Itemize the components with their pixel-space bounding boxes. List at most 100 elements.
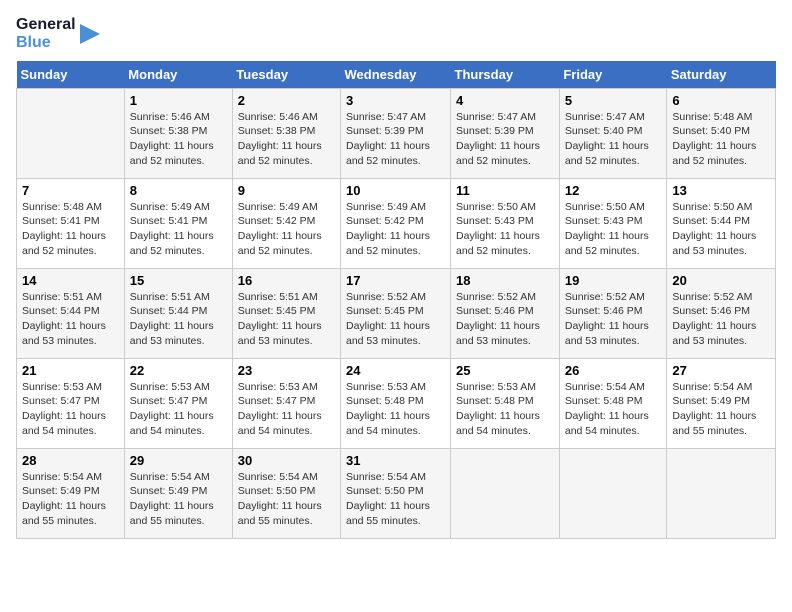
day-number: 7 <box>22 183 119 198</box>
logo-blue: Blue <box>16 34 76 52</box>
logo: General Blue <box>16 16 100 53</box>
day-info: Sunrise: 5:50 AMSunset: 5:43 PMDaylight:… <box>456 200 554 259</box>
day-cell: 10 Sunrise: 5:49 AMSunset: 5:42 PMDayligh… <box>341 178 451 268</box>
day-cell: 4 Sunrise: 5:47 AMSunset: 5:39 PMDaylight… <box>451 88 560 178</box>
day-info: Sunrise: 5:53 AMSunset: 5:47 PMDaylight:… <box>22 380 119 439</box>
day-number: 15 <box>130 273 227 288</box>
day-cell: 24 Sunrise: 5:53 AMSunset: 5:48 PMDayligh… <box>341 358 451 448</box>
day-cell <box>451 448 560 538</box>
header-day-tuesday: Tuesday <box>232 61 340 89</box>
day-info: Sunrise: 5:53 AMSunset: 5:48 PMDaylight:… <box>346 380 445 439</box>
day-cell <box>559 448 667 538</box>
header-day-monday: Monday <box>124 61 232 89</box>
day-number: 21 <box>22 363 119 378</box>
week-row-3: 14Sunrise: 5:51 AMSunset: 5:44 PMDayligh… <box>17 268 776 358</box>
header-day-friday: Friday <box>559 61 667 89</box>
day-info: Sunrise: 5:51 AMSunset: 5:44 PMDaylight:… <box>22 290 119 349</box>
header-day-saturday: Saturday <box>667 61 776 89</box>
day-cell: 15 Sunrise: 5:51 AMSunset: 5:44 PMDayligh… <box>124 268 232 358</box>
day-cell: 12 Sunrise: 5:50 AMSunset: 5:43 PMDayligh… <box>559 178 667 268</box>
day-number: 22 <box>130 363 227 378</box>
header-day-wednesday: Wednesday <box>341 61 451 89</box>
day-info: Sunrise: 5:51 AMSunset: 5:45 PMDaylight:… <box>238 290 335 349</box>
calendar-table: SundayMondayTuesdayWednesdayThursdayFrid… <box>16 61 776 539</box>
day-cell: 30Sunrise: 5:54 AMSunset: 5:50 PMDayligh… <box>232 448 340 538</box>
day-number: 25 <box>456 363 554 378</box>
day-info: Sunrise: 5:47 AMSunset: 5:40 PMDaylight:… <box>565 110 662 169</box>
day-number: 30 <box>238 453 335 468</box>
week-row-5: 28 Sunrise: 5:54 AMSunset: 5:49 PMDayligh… <box>17 448 776 538</box>
day-number: 31 <box>346 453 445 468</box>
day-cell: 17 Sunrise: 5:52 AMSunset: 5:45 PMDayligh… <box>341 268 451 358</box>
week-row-1: 1 Sunrise: 5:46 AMSunset: 5:38 PMDaylight… <box>17 88 776 178</box>
day-number: 27 <box>672 363 770 378</box>
day-number: 9 <box>238 183 335 198</box>
day-info: Sunrise: 5:50 AMSunset: 5:43 PMDaylight:… <box>565 200 662 259</box>
day-number: 4 <box>456 93 554 108</box>
logo-arrow-icon <box>80 20 100 48</box>
day-info: Sunrise: 5:54 AMSunset: 5:50 PMDaylight:… <box>346 470 445 529</box>
day-cell: 27 Sunrise: 5:54 AMSunset: 5:49 PMDayligh… <box>667 358 776 448</box>
day-info: Sunrise: 5:51 AMSunset: 5:44 PMDaylight:… <box>130 290 227 349</box>
day-number: 28 <box>22 453 119 468</box>
day-info: Sunrise: 5:54 AMSunset: 5:48 PMDaylight:… <box>565 380 662 439</box>
day-cell <box>667 448 776 538</box>
day-cell <box>17 88 125 178</box>
day-info: Sunrise: 5:52 AMSunset: 5:46 PMDaylight:… <box>565 290 662 349</box>
day-number: 3 <box>346 93 445 108</box>
day-info: Sunrise: 5:53 AMSunset: 5:48 PMDaylight:… <box>456 380 554 439</box>
day-number: 13 <box>672 183 770 198</box>
day-number: 8 <box>130 183 227 198</box>
day-number: 24 <box>346 363 445 378</box>
header: General Blue <box>16 16 776 53</box>
day-info: Sunrise: 5:47 AMSunset: 5:39 PMDaylight:… <box>346 110 445 169</box>
day-info: Sunrise: 5:49 AMSunset: 5:41 PMDaylight:… <box>130 200 227 259</box>
header-day-thursday: Thursday <box>451 61 560 89</box>
day-number: 12 <box>565 183 662 198</box>
day-cell: 11 Sunrise: 5:50 AMSunset: 5:43 PMDayligh… <box>451 178 560 268</box>
day-number: 17 <box>346 273 445 288</box>
logo-text-block: General Blue <box>16 16 76 53</box>
day-cell: 14Sunrise: 5:51 AMSunset: 5:44 PMDayligh… <box>17 268 125 358</box>
day-number: 19 <box>565 273 662 288</box>
day-number: 18 <box>456 273 554 288</box>
week-row-2: 7 Sunrise: 5:48 AMSunset: 5:41 PMDaylight… <box>17 178 776 268</box>
day-cell: 6Sunrise: 5:48 AMSunset: 5:40 PMDaylight… <box>667 88 776 178</box>
day-info: Sunrise: 5:48 AMSunset: 5:41 PMDaylight:… <box>22 200 119 259</box>
day-info: Sunrise: 5:46 AMSunset: 5:38 PMDaylight:… <box>130 110 227 169</box>
day-number: 5 <box>565 93 662 108</box>
day-cell: 9Sunrise: 5:49 AMSunset: 5:42 PMDaylight… <box>232 178 340 268</box>
logo-container: General Blue <box>16 16 100 53</box>
day-cell: 22 Sunrise: 5:53 AMSunset: 5:47 PMDayligh… <box>124 358 232 448</box>
day-cell: 8 Sunrise: 5:49 AMSunset: 5:41 PMDaylight… <box>124 178 232 268</box>
day-cell: 1 Sunrise: 5:46 AMSunset: 5:38 PMDaylight… <box>124 88 232 178</box>
header-day-sunday: Sunday <box>17 61 125 89</box>
day-info: Sunrise: 5:52 AMSunset: 5:46 PMDaylight:… <box>456 290 554 349</box>
day-number: 2 <box>238 93 335 108</box>
day-number: 23 <box>238 363 335 378</box>
day-info: Sunrise: 5:50 AMSunset: 5:44 PMDaylight:… <box>672 200 770 259</box>
day-info: Sunrise: 5:52 AMSunset: 5:45 PMDaylight:… <box>346 290 445 349</box>
day-cell: 20Sunrise: 5:52 AMSunset: 5:46 PMDayligh… <box>667 268 776 358</box>
day-info: Sunrise: 5:46 AMSunset: 5:38 PMDaylight:… <box>238 110 335 169</box>
day-number: 6 <box>672 93 770 108</box>
day-number: 26 <box>565 363 662 378</box>
day-cell: 16Sunrise: 5:51 AMSunset: 5:45 PMDayligh… <box>232 268 340 358</box>
day-info: Sunrise: 5:53 AMSunset: 5:47 PMDaylight:… <box>238 380 335 439</box>
day-cell: 19 Sunrise: 5:52 AMSunset: 5:46 PMDayligh… <box>559 268 667 358</box>
day-info: Sunrise: 5:54 AMSunset: 5:49 PMDaylight:… <box>672 380 770 439</box>
day-number: 10 <box>346 183 445 198</box>
day-cell: 29Sunrise: 5:54 AMSunset: 5:49 PMDayligh… <box>124 448 232 538</box>
day-info: Sunrise: 5:47 AMSunset: 5:39 PMDaylight:… <box>456 110 554 169</box>
day-number: 11 <box>456 183 554 198</box>
day-cell: 2 Sunrise: 5:46 AMSunset: 5:38 PMDaylight… <box>232 88 340 178</box>
day-cell: 25 Sunrise: 5:53 AMSunset: 5:48 PMDayligh… <box>451 358 560 448</box>
day-cell: 21 Sunrise: 5:53 AMSunset: 5:47 PMDayligh… <box>17 358 125 448</box>
day-number: 1 <box>130 93 227 108</box>
day-info: Sunrise: 5:53 AMSunset: 5:47 PMDaylight:… <box>130 380 227 439</box>
day-cell: 31 Sunrise: 5:54 AMSunset: 5:50 PMDayligh… <box>341 448 451 538</box>
day-info: Sunrise: 5:49 AMSunset: 5:42 PMDaylight:… <box>346 200 445 259</box>
day-cell: 23 Sunrise: 5:53 AMSunset: 5:47 PMDayligh… <box>232 358 340 448</box>
day-cell: 3 Sunrise: 5:47 AMSunset: 5:39 PMDaylight… <box>341 88 451 178</box>
day-info: Sunrise: 5:54 AMSunset: 5:49 PMDaylight:… <box>130 470 227 529</box>
